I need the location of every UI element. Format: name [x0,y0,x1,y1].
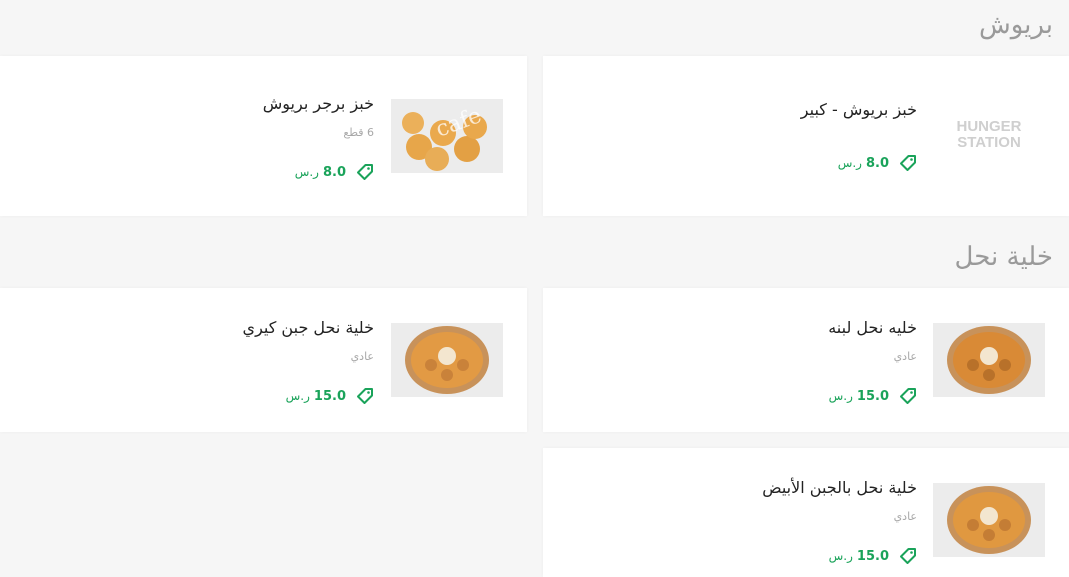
price-value: 15.0 [313,388,346,404]
section-title-honeycomb: خلية نحل [954,242,1053,272]
menu-item-card[interactable]: خلية نحل جبن كيري عادي 15.0 ر.س [0,288,527,432]
honeycomb-bread-photo [933,483,1045,557]
menu-item-card[interactable]: HUNGER STATION خبز بريوش - كبير 8.0 ر.س [543,56,1069,216]
price-tag-icon [899,154,917,172]
price-currency: ر.س [828,549,853,563]
item-price: 8.0 ر.س [838,154,917,172]
price-currency: ر.س [294,165,319,179]
item-desc: عادي [893,510,917,523]
item-price: 15.0 ر.س [829,387,917,405]
item-price: 15.0 ر.س [286,387,374,405]
price-currency: ر.س [828,389,853,403]
price-value: 8.0 [865,155,889,171]
price-value: 15.0 [856,548,889,564]
item-name: خلية نحل جبن كيري [242,318,374,337]
honeycomb-bread-photo [933,323,1045,397]
menu-item-card[interactable]: cafe خبز برجر بريوش 6 قطع 8.0 ر.س [0,56,527,216]
logo-line1: HUNGER [956,118,1022,135]
brioche-buns-photo: cafe [391,99,503,173]
price-value: 8.0 [322,164,346,180]
menu-item-card[interactable]: خلية نحل بالجبن الأبيض عادي 15.0 ر.س [543,448,1069,577]
section-title-brioche: بريوش [979,10,1053,40]
price-value: 15.0 [856,388,889,404]
item-name: خبز برجر بريوش [262,94,374,113]
item-desc: عادي [350,350,374,363]
price-tag-icon [356,163,374,181]
honeycomb-bread-photo [391,323,503,397]
price-tag-icon [899,387,917,405]
price-tag-icon [899,547,917,565]
menu-item-card[interactable]: خليه نحل لبنه عادي 15.0 ر.س [543,288,1069,432]
price-currency: ر.س [837,156,862,170]
item-desc: عادي [893,350,917,363]
hungerstation-logo: HUNGER STATION [933,99,1045,173]
item-name: خبز بريوش - كبير [800,100,917,119]
logo-line2: STATION [957,134,1021,151]
item-name: خليه نحل لبنه [828,318,917,337]
item-name: خلية نحل بالجبن الأبيض [762,478,917,497]
item-price: 15.0 ر.س [829,547,917,565]
price-currency: ر.س [285,389,310,403]
item-desc: 6 قطع [343,126,374,139]
item-price: 8.0 ر.س [295,163,374,181]
price-tag-icon [356,387,374,405]
